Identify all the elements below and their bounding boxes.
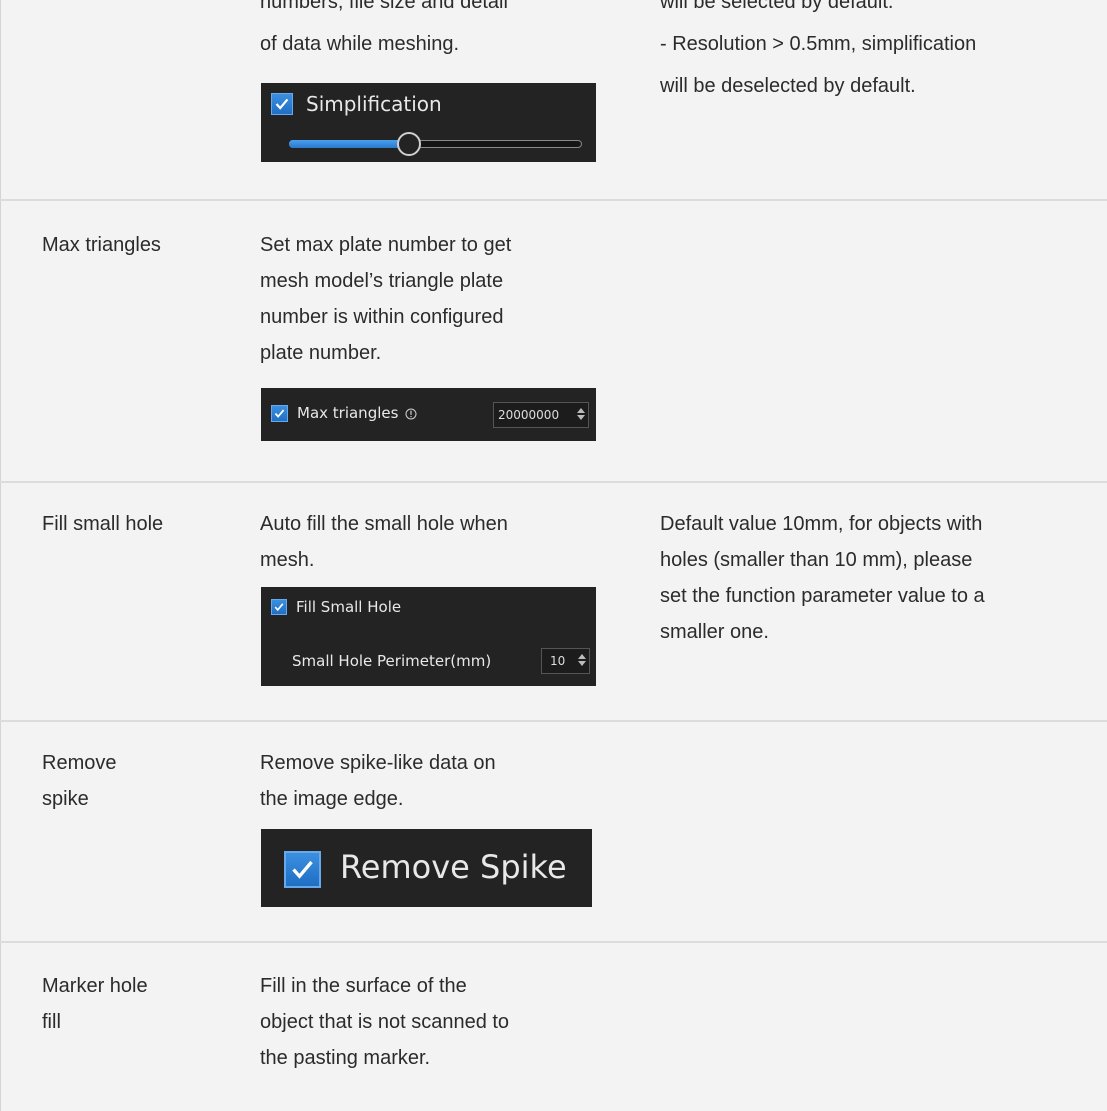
description-line: numbers, file size and detail (260, 0, 508, 13)
small-hole-perimeter-label: Small Hole Perimeter(mm) (292, 652, 492, 670)
parameter-name: Marker hole (42, 975, 148, 997)
fill-small-hole-checkbox[interactable] (271, 599, 287, 615)
parameter-name: Remove (42, 752, 117, 774)
fill-small-hole-label: Fill Small Hole (296, 598, 402, 616)
description-line: mesh. (260, 549, 315, 571)
row-simplification-note: will be selected by default. - Resolutio… (660, 0, 1100, 98)
description-line: Auto fill the small hole when (260, 513, 508, 535)
row-simplification-description: numbers, file size and detail of data wh… (260, 0, 620, 66)
description-line: object that is not scanned to (260, 1011, 510, 1033)
description-line: the image edge. (260, 788, 404, 810)
max-triangles-checkbox[interactable] (271, 405, 288, 422)
row-divider (0, 481, 1107, 483)
row-max-triangles-name: Max triangles (42, 229, 212, 261)
note-line: smaller one. (660, 621, 769, 643)
max-triangles-panel: Max triangles 20000000 (261, 388, 596, 441)
small-hole-perimeter-spinbox[interactable]: 10 (541, 648, 590, 674)
row-divider (0, 941, 1107, 943)
description-line: mesh model’s triangle plate (260, 270, 504, 292)
spin-arrows-icon[interactable] (577, 652, 587, 668)
parameter-name: fill (42, 1011, 61, 1033)
parameter-name: Max triangles (42, 234, 161, 256)
note-line: holes (smaller than 10 mm), please (660, 549, 973, 571)
checkmark-icon (275, 98, 289, 110)
row-marker-hole-fill-name: Marker hole fill (42, 970, 212, 1038)
spin-arrows-icon[interactable] (576, 406, 586, 422)
checkmark-icon (292, 860, 313, 879)
row-fill-small-hole-name: Fill small hole (42, 508, 212, 540)
parameter-name: Fill small hole (42, 513, 164, 535)
note-line: - Resolution > 0.5mm, simplification (660, 33, 977, 55)
simplification-slider-fill (289, 140, 411, 148)
row-max-triangles-description: Set max plate number to get mesh model’s… (260, 229, 620, 369)
parameter-name: spike (42, 788, 89, 810)
small-hole-perimeter-value: 10 (550, 654, 566, 668)
note-line: will be selected by default. (660, 0, 894, 13)
checkmark-icon (274, 603, 284, 612)
row-marker-hole-fill-description: Fill in the surface of the object that i… (260, 970, 620, 1074)
description-line: of data while meshing. (260, 33, 460, 55)
note-line: will be deselected by default. (660, 75, 916, 97)
note-line: Default value 10mm, for objects with (660, 513, 983, 535)
simplification-label: Simplification (306, 92, 442, 116)
row-divider (0, 720, 1107, 722)
table-left-border (0, 0, 1, 1111)
row-remove-spike-name: Remove spike (42, 747, 212, 815)
description-line: Set max plate number to get (260, 234, 512, 256)
remove-spike-label: Remove Spike (340, 848, 567, 886)
description-line: the pasting marker. (260, 1047, 431, 1069)
row-remove-spike-description: Remove spike-like data on the image edge… (260, 747, 620, 815)
simplification-checkbox[interactable] (271, 93, 293, 115)
max-triangles-value: 20000000 (498, 408, 560, 422)
max-triangles-spinbox[interactable]: 20000000 (493, 402, 589, 428)
description-line: number is within configured (260, 306, 504, 328)
description-line: Fill in the surface of the (260, 975, 467, 997)
row-fill-small-hole-note: Default value 10mm, for objects with hol… (660, 508, 1100, 648)
checkmark-icon (274, 409, 285, 418)
simplification-panel: Simplification (261, 83, 596, 162)
row-fill-small-hole-description: Auto fill the small hole when mesh. (260, 508, 620, 576)
simplification-slider-handle[interactable] (397, 132, 421, 156)
row-divider (0, 199, 1107, 201)
description-line: Remove spike-like data on (260, 752, 496, 774)
remove-spike-checkbox[interactable] (284, 851, 321, 888)
fill-small-hole-panel: Fill Small Hole Small Hole Perimeter(mm)… (261, 587, 596, 686)
info-icon[interactable] (405, 405, 417, 420)
max-triangles-label: Max triangles (297, 404, 399, 422)
remove-spike-panel: Remove Spike (261, 829, 592, 907)
description-line: plate number. (260, 342, 382, 364)
note-line: set the function parameter value to a (660, 585, 985, 607)
